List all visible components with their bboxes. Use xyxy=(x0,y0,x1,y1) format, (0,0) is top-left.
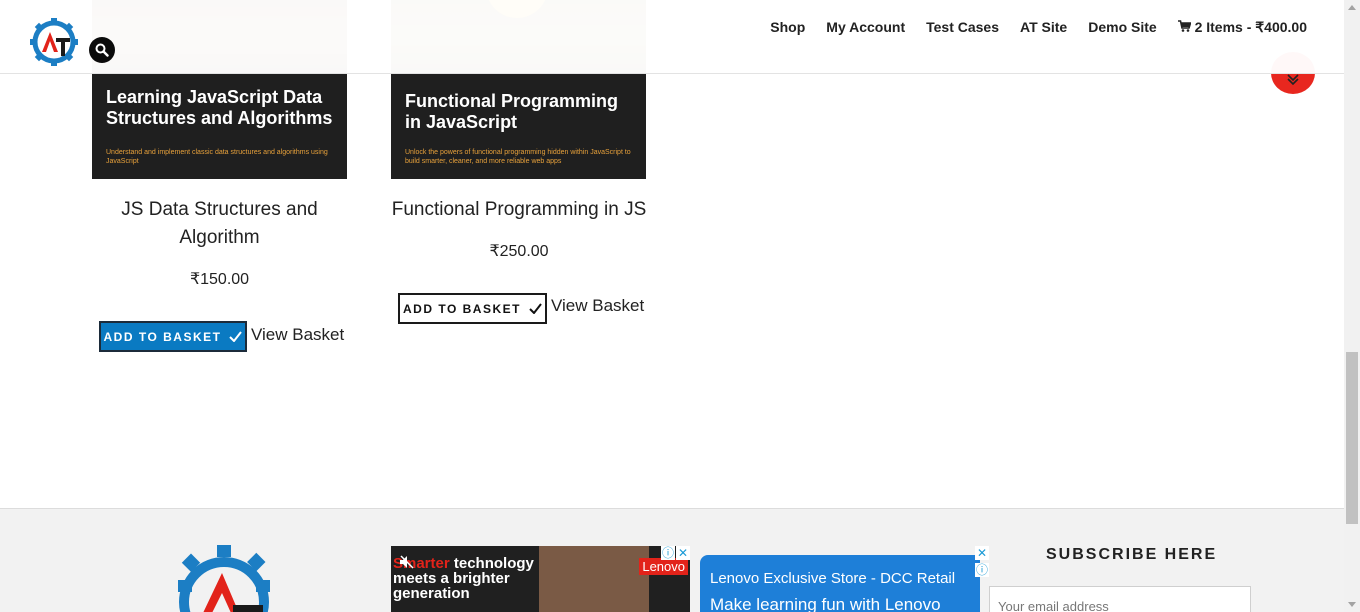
cover-title: Learning JavaScript Data Structures and … xyxy=(106,87,333,128)
product-name[interactable]: JS Data Structures and Algorithm xyxy=(92,196,347,252)
scroll-up-arrow-icon[interactable] xyxy=(1348,4,1356,10)
email-placeholder: Your email address xyxy=(998,599,1109,612)
nav-shop[interactable]: Shop xyxy=(770,18,805,36)
site-footer: Smarter technology meets a brighter gene… xyxy=(0,508,1344,612)
nav-demo-site[interactable]: Demo Site xyxy=(1088,18,1156,36)
product-name[interactable]: Functional Programming in JS xyxy=(391,196,647,224)
subscribe-heading: SUBSCRIBE HERE xyxy=(1046,546,1218,563)
product-price: ₹150.00 xyxy=(189,271,250,288)
view-basket-link[interactable]: View Basket xyxy=(551,296,644,316)
ad-store-name: Lenovo Exclusive Store - DCC Retail xyxy=(710,570,956,587)
add-to-basket-button[interactable]: ADD TO BASKET xyxy=(398,293,547,324)
site-logo[interactable] xyxy=(28,16,80,68)
scrollbar-thumb[interactable] xyxy=(1346,352,1358,524)
nav-test-cases[interactable]: Test Cases xyxy=(926,18,999,36)
cart-icon xyxy=(1177,20,1192,32)
scroll-down-arrow-icon[interactable] xyxy=(1348,602,1356,608)
ad-info-icon[interactable]: ⓘ xyxy=(661,546,675,560)
ad-info-icon[interactable]: ⓘ xyxy=(975,563,989,577)
ad-photo xyxy=(539,546,649,612)
cover-subtitle: Unlock the powers of functional programm… xyxy=(405,149,631,165)
main-nav: Shop My Account Test Cases AT Site Demo … xyxy=(770,18,1307,36)
nav-my-account[interactable]: My Account xyxy=(826,18,905,36)
search-icon xyxy=(95,43,109,57)
product-price: ₹250.00 xyxy=(489,243,549,260)
checkmark-icon xyxy=(229,331,243,342)
email-field[interactable]: Your email address xyxy=(989,586,1251,612)
cover-title: Functional Programming in JavaScript xyxy=(405,91,619,132)
mute-icon[interactable] xyxy=(399,555,415,569)
site-header: Shop My Account Test Cases AT Site Demo … xyxy=(0,0,1344,74)
page-scrollbar[interactable] xyxy=(1344,0,1360,612)
search-button[interactable] xyxy=(89,37,115,63)
ad-tagline: Make learning fun with Lenovo xyxy=(710,595,941,612)
view-basket-link[interactable]: View Basket xyxy=(251,325,344,345)
cart-summary: 2 Items - ₹400.00 xyxy=(1194,19,1307,35)
nav-at-site[interactable]: AT Site xyxy=(1020,18,1067,36)
cover-subtitle: Understand and implement classic data st… xyxy=(106,149,328,165)
ad-brand-label: Lenovo xyxy=(639,558,688,575)
checkmark-icon xyxy=(529,303,542,314)
add-to-basket-button[interactable]: ADD TO BASKET xyxy=(99,321,247,352)
ad-close-icon[interactable]: ✕ xyxy=(676,546,690,560)
ad-banner-lenovo-image[interactable]: Smarter technology meets a brighter gene… xyxy=(391,546,690,612)
add-to-basket-label: ADD TO BASKET xyxy=(403,301,521,316)
add-to-basket-label: ADD TO BASKET xyxy=(103,329,222,344)
footer-logo[interactable] xyxy=(167,545,282,612)
ad-close-icon[interactable]: ✕ xyxy=(975,546,989,560)
nav-cart[interactable]: 2 Items - ₹400.00 xyxy=(1177,18,1307,36)
ad-banner-lenovo-text[interactable]: Lenovo Exclusive Store - DCC Retail Make… xyxy=(700,555,980,612)
